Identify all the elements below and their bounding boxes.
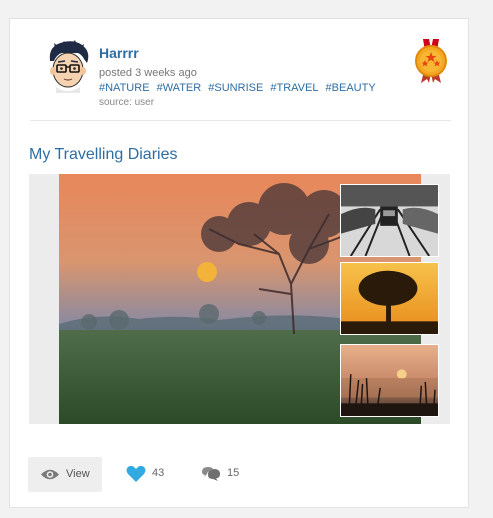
avatar[interactable] <box>44 39 92 93</box>
thumbnail-tree-sunset[interactable] <box>340 262 439 335</box>
medal-icon <box>415 39 447 83</box>
heart-icon <box>126 465 146 482</box>
likes-count: 43 <box>152 467 165 479</box>
hashtag-beauty[interactable]: #BEAUTY <box>326 82 376 94</box>
thumbnail-railway[interactable] <box>340 184 439 257</box>
photo-gallery <box>29 174 450 424</box>
view-label: View <box>66 468 90 480</box>
post-timestamp: posted 3 weeks ago <box>99 67 197 79</box>
comment-bubbles-icon <box>202 467 220 481</box>
post-card: Harrrr posted 3 weeks ago #NATURE #WATER… <box>9 18 469 508</box>
post-source: source: user <box>99 97 155 108</box>
comments-count: 15 <box>227 467 240 479</box>
hashtag-nature[interactable]: #NATURE <box>99 82 150 94</box>
hashtag-list: #NATURE #WATER #SUNRISE #TRAVEL #BEAUTY … <box>99 82 379 94</box>
hashtag-water[interactable]: #WATER <box>157 82 202 94</box>
thumbnail-lake-sunset[interactable] <box>340 344 439 417</box>
view-button[interactable]: View <box>28 457 102 492</box>
post-title[interactable]: My Travelling Diaries <box>29 146 177 164</box>
eye-icon <box>41 469 59 480</box>
author-name[interactable]: Harrrr <box>99 45 139 61</box>
hashtag-sunrise[interactable]: #SUNRISE <box>208 82 263 94</box>
hashtag-travel[interactable]: #TRAVEL <box>270 82 318 94</box>
header-divider <box>30 120 451 121</box>
